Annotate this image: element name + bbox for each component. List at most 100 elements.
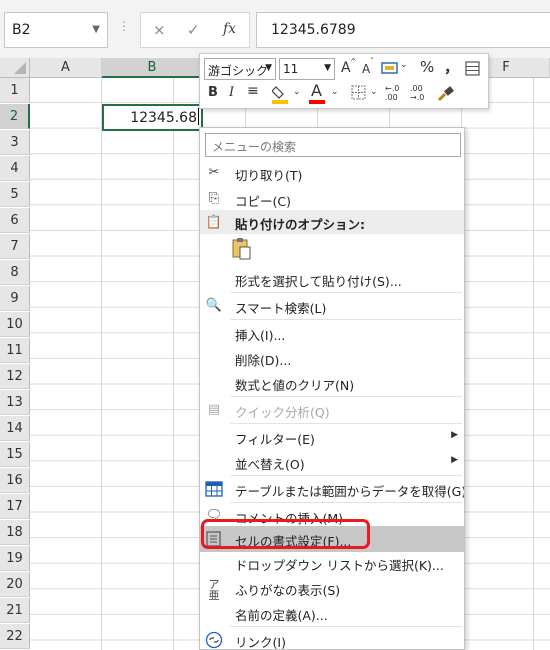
paste-icon: 📋 (205, 215, 223, 230)
menu-item-cut[interactable]: ✂ 切り取り(T) (200, 160, 464, 186)
percent-style-icon[interactable]: % (420, 58, 434, 76)
align-center-icon[interactable]: ≡ (247, 83, 259, 99)
accounting-format-icon[interactable] (381, 61, 399, 77)
menu-item-paste-special[interactable]: 形式を選択して貼り付け(S)... (200, 266, 464, 292)
menu-item-show-phonetic[interactable]: ア亜 ふりがなの表示(S) (200, 575, 464, 602)
borders-icon[interactable] (351, 85, 367, 101)
row-header[interactable]: 21 (0, 598, 30, 623)
mini-toolbar: 游ゴシック ▼ 11 ▼ A ^ A ˇ ⌄ % ， B I ≡ ⌄ A ⌄ ⌄… (199, 53, 489, 109)
menu-item-define-name[interactable]: 名前の定義(A)... (200, 600, 464, 626)
chevron-down-icon[interactable]: ▼ (92, 24, 100, 35)
row-header[interactable]: 5 (0, 182, 30, 207)
phonetic-icon: ア亜 (208, 578, 220, 602)
bold-icon[interactable]: B (208, 85, 218, 100)
row-header[interactable]: 16 (0, 468, 30, 493)
comma-style-icon[interactable]: ， (444, 56, 459, 77)
row-header[interactable]: 19 (0, 546, 30, 571)
menu-search-input[interactable]: メニューの検索 (205, 133, 461, 157)
menu-item-insert[interactable]: 挿入(I)... (200, 320, 464, 346)
increase-decimal-icon[interactable]: ←.0 .00 (385, 84, 407, 102)
menu-item-delete[interactable]: 削除(D)... (200, 345, 464, 371)
italic-icon[interactable]: I (229, 85, 234, 100)
menu-header-label: 貼り付けのオプション: (235, 217, 365, 232)
font-size-select[interactable]: 11 ▼ (279, 58, 335, 80)
row-header[interactable]: 9 (0, 286, 30, 311)
menu-item-label: リンク(I) (235, 635, 286, 650)
row-header[interactable]: 8 (0, 260, 30, 285)
menu-item-pick-from-list[interactable]: ドロップダウン リストから選択(K)... (200, 550, 464, 576)
menu-item-label: テーブルまたは範囲からデータを取得(G)... (235, 484, 465, 499)
chevron-down-icon: ▼ (324, 63, 331, 73)
row-header[interactable]: 13 (0, 390, 30, 415)
font-color-swatch (309, 100, 325, 104)
menu-item-label: 名前の定義(A)... (235, 608, 328, 623)
row-header[interactable]: 14 (0, 416, 30, 441)
chevron-down-icon[interactable]: ⌄ (331, 87, 339, 97)
menu-item-quick-analysis[interactable]: ▤ クイック分析(Q) (200, 397, 464, 423)
menu-item-label: ふりがなの表示(S) (235, 583, 341, 598)
link-icon (205, 631, 223, 649)
menu-item-label: 形式を選択して貼り付け(S)... (235, 274, 402, 289)
caret-down-icon: ˇ (370, 57, 374, 66)
font-name-value: 游ゴシック (208, 64, 269, 78)
menu-item-label: 並べ替え(O) (235, 457, 305, 472)
menu-item-filter[interactable]: フィルター(E) ▶ (200, 424, 464, 450)
chevron-down-icon[interactable]: ⌄ (293, 87, 301, 97)
cancel-icon[interactable]: × (153, 21, 166, 39)
chevron-down-icon[interactable]: ⌄ (370, 87, 378, 97)
menu-item-label: スマート検索(L) (235, 301, 327, 316)
row-header[interactable]: 18 (0, 520, 30, 545)
menu-item-label: 数式と値のクリア(N) (235, 378, 355, 393)
menu-header-paste-options: 📋 貼り付けのオプション: (200, 210, 464, 234)
chevron-right-icon: ▶ (451, 455, 458, 465)
chevron-down-icon[interactable]: ⌄ (400, 60, 408, 70)
excel-window: B2 ▼ ⋮ × ✓ fx 12345.6789 A B C D E F 1 2… (0, 0, 550, 650)
formula-buttons: × ✓ fx (140, 12, 250, 48)
paste-option-icon[interactable] (230, 236, 254, 262)
row-header[interactable]: 7 (0, 234, 30, 259)
column-header-a[interactable]: A (30, 58, 102, 78)
highlight-annotation (201, 519, 370, 549)
font-color-icon[interactable]: A (311, 81, 322, 100)
row-header[interactable]: 2 (0, 104, 30, 129)
menu-item-copy[interactable]: ⎘ コピー(C) (200, 186, 464, 212)
active-cell-b2[interactable]: 12345.68 (102, 104, 203, 131)
row-header[interactable]: 15 (0, 442, 30, 467)
row-header[interactable]: 22 (0, 624, 30, 649)
name-box[interactable]: B2 ▼ (4, 12, 108, 48)
font-name-select[interactable]: 游ゴシック ▼ (204, 58, 276, 80)
menu-item-label: クイック分析(Q) (235, 405, 330, 420)
decrease-font-size-icon[interactable]: A (362, 62, 370, 76)
menu-item-link[interactable]: リンク(I) (200, 627, 464, 650)
font-size-value: 11 (283, 62, 299, 76)
column-header-b[interactable]: B (102, 58, 203, 78)
row-header[interactable]: 11 (0, 338, 30, 363)
row-header[interactable]: 6 (0, 208, 30, 233)
format-painter-icon[interactable] (437, 85, 455, 103)
menu-item-smart-lookup[interactable]: 🔍 スマート検索(L) (200, 293, 464, 319)
row-header[interactable]: 17 (0, 494, 30, 519)
insert-function-icon[interactable]: fx (223, 21, 236, 37)
context-menu: メニューの検索 ✂ 切り取り(T) ⎘ コピー(C) 📋 貼り付けのオプション:… (199, 127, 465, 650)
enter-icon[interactable]: ✓ (187, 21, 200, 39)
menu-item-label: ドロップダウン リストから選択(K)... (235, 558, 444, 573)
row-header[interactable]: 3 (0, 130, 30, 155)
menu-item-sort[interactable]: 並べ替え(O) ▶ (200, 449, 464, 475)
select-all-button[interactable] (0, 58, 30, 78)
fill-color-icon[interactable] (272, 84, 290, 104)
grip-icon: ⋮ (118, 19, 130, 33)
row-header[interactable]: 12 (0, 364, 30, 389)
cell-value: 12345.68 (130, 110, 197, 126)
text-cursor (198, 108, 199, 125)
menu-item-clear-contents[interactable]: 数式と値のクリア(N) (200, 370, 464, 396)
row-header[interactable]: 20 (0, 572, 30, 597)
formula-input[interactable]: 12345.6789 (256, 12, 550, 48)
decrease-decimal-icon[interactable]: .00 →.0 (410, 84, 432, 102)
format-painter-grid-icon[interactable] (465, 61, 481, 77)
row-header[interactable]: 4 (0, 156, 30, 181)
menu-item-get-data[interactable]: テーブルまたは範囲からデータを取得(G)... (200, 476, 465, 502)
quick-analysis-icon: ▤ (207, 402, 221, 417)
menu-item-label: 挿入(I)... (235, 328, 286, 343)
row-header[interactable]: 10 (0, 312, 30, 337)
row-header[interactable]: 1 (0, 78, 30, 103)
